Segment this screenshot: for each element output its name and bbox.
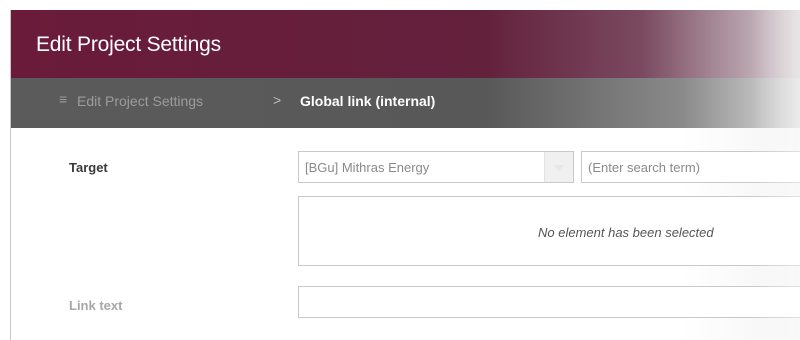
project-select[interactable]: [BGu] Mithras Energy [298, 151, 574, 183]
breadcrumb-parent-link[interactable]: Edit Project Settings [77, 93, 203, 109]
settings-form: Target [BGu] Mithras Energy No element h… [11, 128, 800, 340]
dialog-title-bar: Edit Project Settings [11, 10, 800, 78]
dialog-title: Edit Project Settings [36, 33, 221, 56]
link-text-input[interactable] [298, 286, 800, 318]
breadcrumb-separator-icon: > [273, 92, 282, 108]
edit-project-settings-dialog: Edit Project Settings ≡ Edit Project Set… [10, 10, 800, 340]
empty-selection-message: No element has been selected [538, 225, 714, 240]
target-label: Target [69, 160, 108, 175]
project-select-value: [BGu] Mithras Energy [305, 160, 430, 175]
list-icon: ≡ [59, 91, 68, 107]
breadcrumb: ≡ Edit Project Settings > Global link (i… [11, 78, 800, 128]
link-text-label: Link text [69, 298, 123, 313]
selected-element-box[interactable]: No element has been selected [298, 196, 800, 266]
chevron-down-icon[interactable] [544, 152, 573, 182]
breadcrumb-current: Global link (internal) [300, 93, 436, 109]
search-input[interactable] [581, 151, 800, 183]
